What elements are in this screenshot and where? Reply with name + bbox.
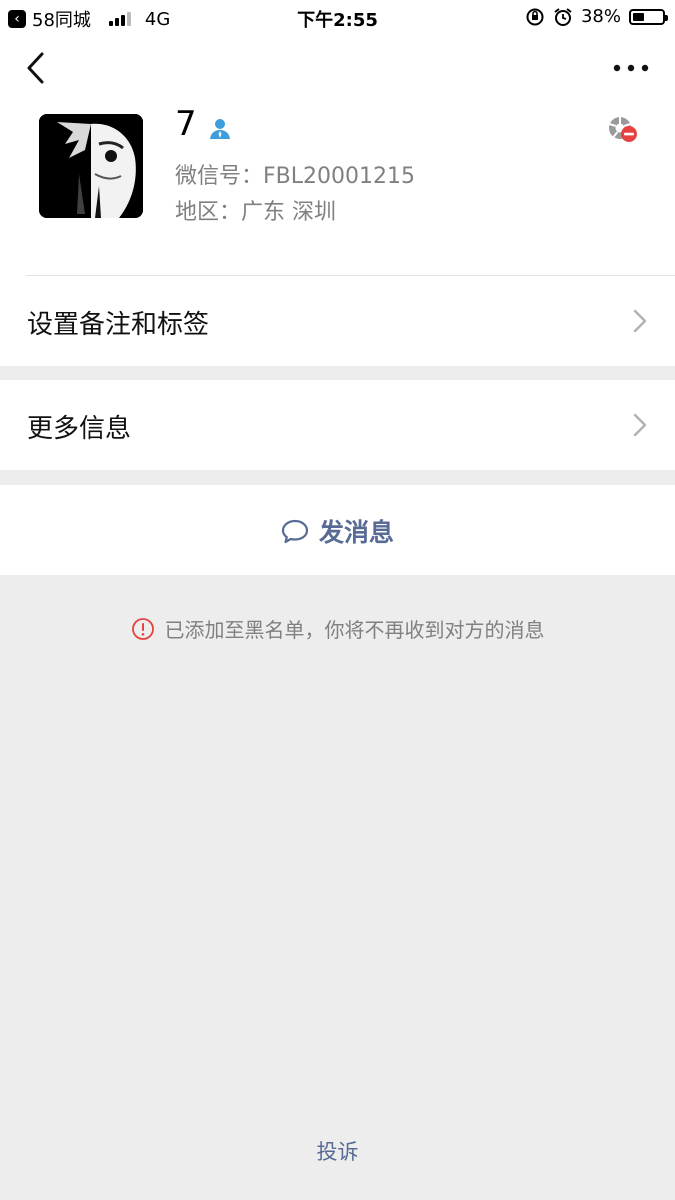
rotation-lock-icon (526, 8, 544, 25)
battery-icon (629, 8, 668, 25)
nav-bar (0, 36, 675, 100)
avatar-image (39, 114, 143, 218)
blacklist-notice-text: 已添加至黑名单，你将不再收到对方的消息 (164, 618, 545, 642)
send-message-label: 发消息 (318, 518, 394, 547)
status-bar-right: 38% (525, 6, 668, 27)
warning-circle-icon (131, 617, 154, 640)
more-options-icon[interactable] (611, 58, 651, 78)
region: 地区：广东 深圳 (175, 200, 336, 225)
blocked-moments-icon (609, 117, 637, 142)
more-info-label: 更多信息 (27, 414, 132, 444)
wechat-id: 微信号：FBL20001215 (175, 164, 415, 189)
chevron-right-icon (633, 413, 647, 437)
blacklist-notice: 已添加至黑名单，你将不再收到对方的消息 (0, 614, 675, 643)
contact-name: 7 (175, 104, 197, 144)
battery-percent: 38% (580, 6, 621, 27)
status-bar: ‹ 58同城 4G 下午2:55 38% (0, 0, 675, 36)
set-remark-label: 设置备注和标签 (27, 310, 210, 340)
battery-fill (633, 12, 644, 21)
profile-card: 7 微信号：FBL20001215 地区：广东 深圳 (0, 100, 675, 276)
avatar[interactable] (39, 114, 143, 218)
chevron-right-icon (633, 309, 647, 333)
more-info-row[interactable]: 更多信息 (0, 380, 675, 470)
alarm-icon (554, 7, 572, 26)
back-arrow-icon[interactable] (22, 50, 52, 86)
report-link[interactable]: 投诉 (0, 1136, 675, 1166)
set-remark-and-tags-row[interactable]: 设置备注和标签 (0, 276, 675, 366)
user-icon (210, 119, 230, 139)
send-message-content: 发消息 (0, 513, 675, 549)
chat-bubble-icon (281, 519, 309, 544)
send-message-button[interactable]: 发消息 (0, 485, 675, 575)
